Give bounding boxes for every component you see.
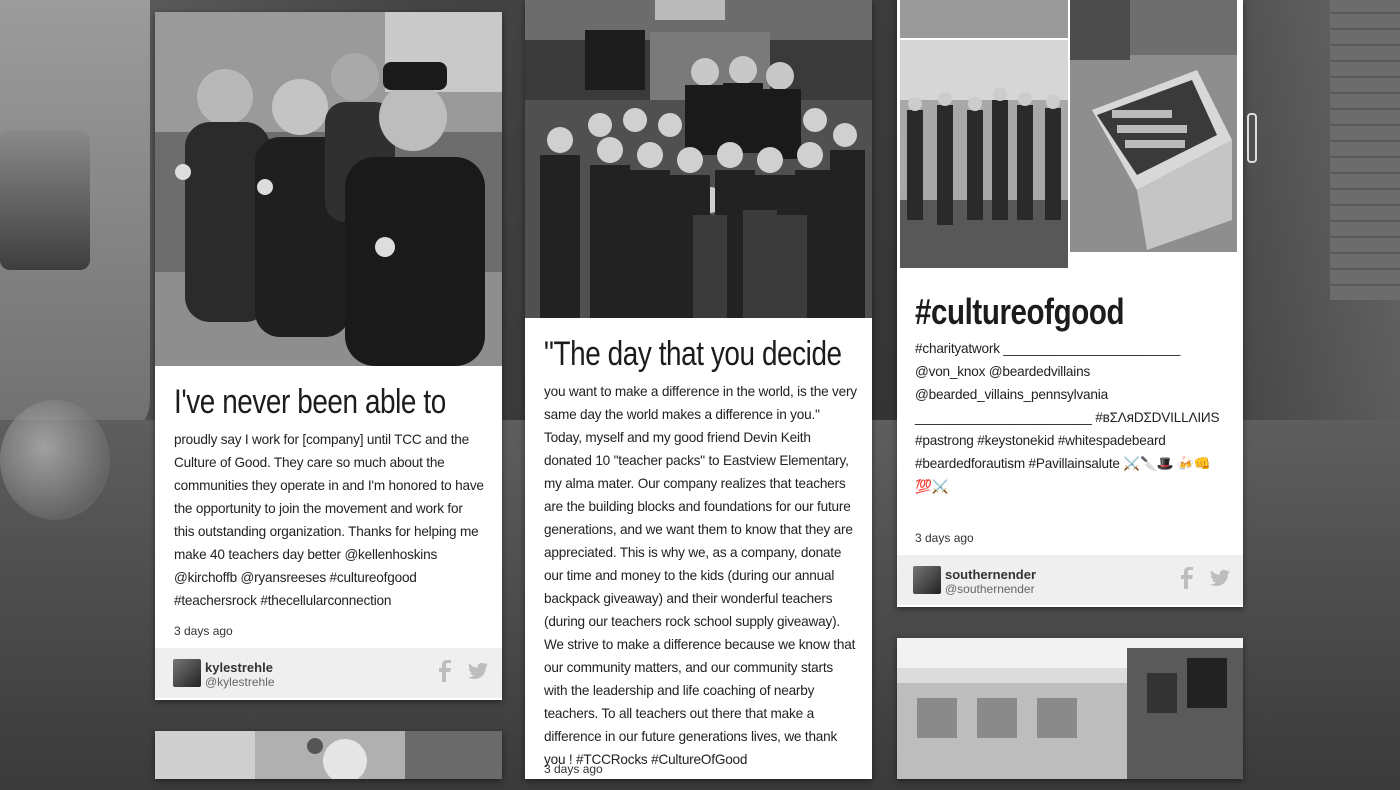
post-photo[interactable] — [155, 12, 502, 366]
post-headline: "The day that you decide — [544, 335, 842, 373]
post-body: proudly say I work for [company] until T… — [174, 432, 484, 608]
post-headline: #cultureofgood — [915, 291, 1125, 332]
background-stone-wall — [1330, 0, 1400, 300]
twitter-icon[interactable] — [1210, 567, 1230, 589]
avatar[interactable] — [913, 566, 941, 594]
post-card-partial[interactable] — [155, 731, 502, 779]
post-timestamp: 3 days ago — [915, 531, 974, 545]
avatar[interactable] — [173, 659, 201, 687]
post-timestamp: 3 days ago — [174, 624, 233, 638]
username[interactable]: kylestrehle — [205, 660, 273, 675]
post-card-southernender[interactable]: #cultureofgood #charityatwork __________… — [897, 0, 1243, 607]
post-photo[interactable] — [897, 638, 1243, 779]
post-card-kylestrehle[interactable]: I've never been able to proudly say I wo… — [155, 12, 502, 700]
post-card-teacher-packs[interactable]: "The day that you decide you want to mak… — [525, 0, 872, 779]
post-headline: I've never been able to — [174, 383, 446, 421]
post-photo[interactable] — [897, 0, 1243, 270]
post-footer: kylestrehle @kylestrehle — [155, 648, 502, 698]
user-handle[interactable]: @southernender — [945, 582, 1035, 596]
scrollbar-thumb[interactable] — [1247, 113, 1257, 163]
twitter-icon[interactable] — [468, 660, 488, 682]
post-timestamp: 3 days ago — [544, 762, 603, 776]
facebook-icon[interactable] — [435, 660, 455, 682]
post-body: #charityatwork ________________________ … — [915, 341, 1220, 494]
post-body: you want to make a difference in the wor… — [544, 384, 857, 767]
post-card-partial[interactable] — [897, 638, 1243, 779]
post-photo[interactable] — [525, 0, 872, 318]
post-footer: southernender @southernender — [897, 555, 1243, 605]
background-car — [0, 130, 90, 270]
user-handle[interactable]: @kylestrehle — [205, 675, 275, 689]
facebook-icon[interactable] — [1177, 567, 1197, 589]
post-photo[interactable] — [155, 731, 502, 779]
username[interactable]: southernender — [945, 567, 1036, 582]
background-figure — [0, 400, 110, 520]
